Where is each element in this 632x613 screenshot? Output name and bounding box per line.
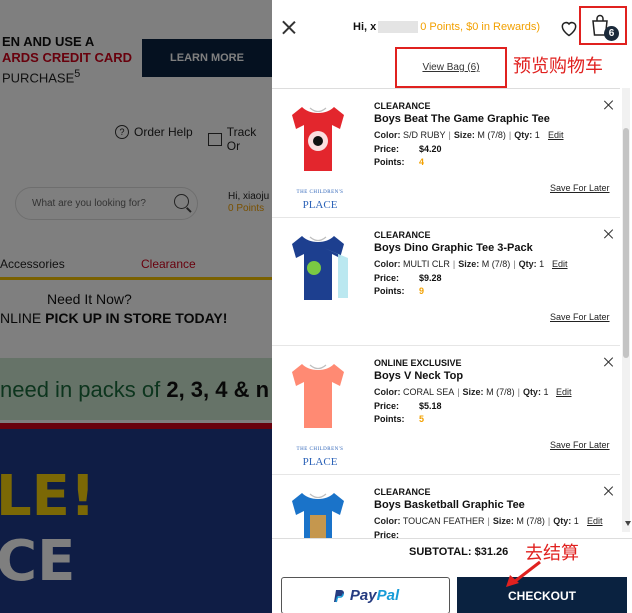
save-for-later-link[interactable]: Save For Later (550, 183, 610, 193)
product-image[interactable] (284, 356, 352, 436)
paypal-button[interactable]: Pay Pal (281, 577, 450, 613)
subtotal: SUBTOTAL: $31.26 (409, 546, 509, 558)
item-name[interactable]: Boys Dino Graphic Tee 3-Pack (374, 242, 533, 254)
cart-item: CLEARANCE Boys Dino Graphic Tee 3-Pack Col… (272, 218, 620, 346)
close-icon[interactable] (280, 19, 298, 37)
mini-cart-drawer: Hi, x0 Points, $0 in Rewards) 6 View Bag… (272, 0, 632, 613)
price-label: Price: (374, 272, 400, 283)
brand-logo: THE CHILDREN'S PLACE (296, 447, 344, 468)
price-value: $5.18 (419, 401, 442, 411)
points-value: 9 (419, 285, 425, 296)
scrollbar[interactable] (622, 88, 630, 532)
remove-item-icon[interactable] (603, 356, 615, 368)
item-name[interactable]: Boys V Neck Top (374, 370, 463, 382)
edit-link[interactable]: Edit (552, 259, 568, 269)
bag-count-badge: 6 (604, 26, 619, 41)
item-attributes: Color: S/D RUBY | Size: M (7/8) | Qty: 1 (374, 130, 540, 140)
redacted-name (378, 21, 419, 34)
item-tag: CLEARANCE (374, 486, 431, 497)
save-for-later-link[interactable]: Save For Later (550, 312, 610, 322)
remove-item-icon[interactable] (603, 228, 615, 240)
points-label: Points: (374, 414, 405, 424)
drawer-header: Hi, x0 Points, $0 in Rewards) 6 View Bag… (272, 0, 632, 88)
item-tag: ONLINE EXCLUSIVE (374, 358, 462, 368)
scroll-down-arrow[interactable] (625, 521, 631, 526)
points-label: Points: (374, 285, 405, 296)
cart-item-list[interactable]: THE CHILDREN'S PLACE CLEARANCE Boys Beat Th… (272, 88, 620, 538)
points-value: 4 (419, 157, 425, 167)
price-label: Price: (374, 144, 400, 154)
remove-item-icon[interactable] (603, 485, 615, 497)
product-image[interactable] (284, 228, 352, 308)
cart-item: CLEARANCE Boys Basketball Graphic Tee Colo… (272, 475, 620, 539)
cart-item: THE CHILDREN'S PLACE CLEARANCE Boys Beat Th… (272, 89, 620, 218)
price-value: $9.28 (419, 272, 442, 283)
item-name[interactable]: Boys Beat The Game Graphic Tee (374, 113, 550, 125)
item-attributes: Color: CORAL SEA | Size: M (7/8) | Qty: 1 (374, 387, 549, 397)
edit-link[interactable]: Edit (548, 130, 564, 140)
remove-item-icon[interactable] (603, 99, 615, 111)
item-attributes: Color: TOUCAN FEATHER | Size: M (7/8) | Qty:… (374, 515, 579, 526)
view-bag-highlight: View Bag (6) (395, 47, 507, 88)
edit-link[interactable]: Edit (587, 516, 603, 526)
paypal-icon (333, 589, 344, 602)
price-value: $4.20 (419, 144, 442, 154)
bag-button[interactable]: 6 (579, 6, 627, 45)
price-label: Price: (374, 401, 400, 411)
greeting: Hi, x0 Points, $0 in Rewards) (353, 21, 541, 34)
price-label: Price: (374, 529, 400, 539)
item-name[interactable]: Boys Basketball Graphic Tee (374, 499, 525, 511)
modal-overlay[interactable] (0, 0, 272, 613)
arrow-icon (506, 560, 541, 587)
heart-icon[interactable] (559, 18, 579, 38)
edit-link[interactable]: Edit (556, 387, 572, 397)
points-label: Points: (374, 157, 405, 167)
screen: EN AND USE A ARDS CREDIT CARD PURCHASE5 … (0, 0, 632, 613)
view-bag-link[interactable]: View Bag (6) (422, 62, 479, 73)
item-tag: CLEARANCE (374, 229, 431, 240)
cart-item: THE CHILDREN'S PLACE ONLINE EXCLUSIVE Boys … (272, 346, 620, 475)
scrollbar-thumb[interactable] (623, 128, 629, 358)
save-for-later-link[interactable]: Save For Later (550, 440, 610, 450)
brand-logo: THE CHILDREN'S PLACE (296, 190, 344, 211)
item-attributes: Color: MULTI CLR | Size: M (7/8) | Qty: 1 (374, 258, 545, 269)
product-image[interactable] (284, 99, 352, 179)
points-value: 5 (419, 414, 425, 424)
product-image[interactable] (284, 485, 352, 539)
item-tag: CLEARANCE (374, 101, 431, 111)
annotation-preview-cart: 预览购物车 (513, 56, 603, 77)
